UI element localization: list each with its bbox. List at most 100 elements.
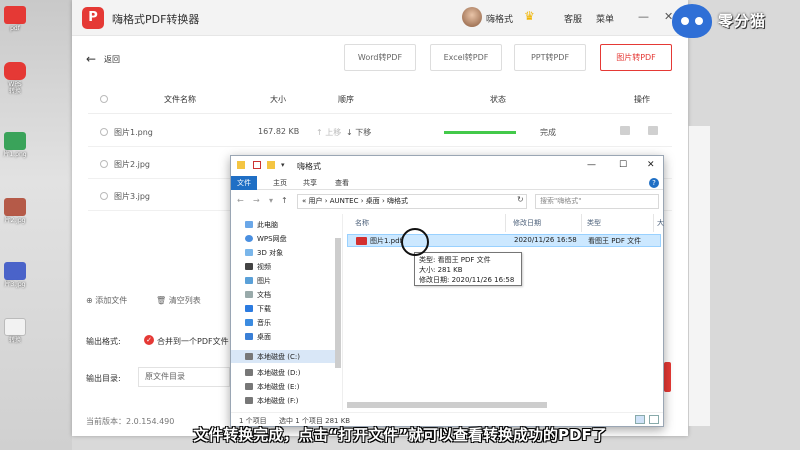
app-logo-icon: P bbox=[82, 7, 104, 29]
output-dir-select[interactable]: 原文件目录 bbox=[138, 367, 230, 387]
tab-file[interactable]: 文件 bbox=[231, 176, 257, 190]
file-name: 图片2.jpg bbox=[114, 160, 151, 169]
forward-arrow-icon[interactable]: → bbox=[253, 196, 260, 205]
nav-item-pictures[interactable]: 图片 bbox=[245, 276, 271, 286]
column-divider[interactable] bbox=[505, 214, 506, 232]
download-icon bbox=[245, 305, 253, 312]
back-arrow-icon[interactable]: ← bbox=[86, 52, 96, 66]
document-icon bbox=[245, 291, 253, 298]
output-dir-label: 输出目录: bbox=[86, 374, 121, 383]
nav-item-desktop[interactable]: 桌面 bbox=[245, 332, 271, 342]
tab-home[interactable]: 主页 bbox=[267, 176, 293, 190]
tab-excel-to-pdf[interactable]: Excel转PDF bbox=[430, 44, 502, 71]
nav-scrollbar[interactable] bbox=[335, 238, 341, 368]
drive-icon bbox=[245, 383, 253, 390]
file-name: 图片3.jpg bbox=[114, 192, 151, 201]
nav-item-drive-f[interactable]: 本地磁盘 (F:) bbox=[245, 396, 299, 406]
nav-item-downloads[interactable]: 下载 bbox=[245, 304, 271, 314]
desktop-icon-image2[interactable]: 片2.jpg bbox=[0, 198, 30, 225]
menu-button[interactable]: 菜单 bbox=[596, 12, 614, 25]
nav-item-documents[interactable]: 文档 bbox=[245, 290, 271, 300]
explorer-title: 嗨格式 bbox=[297, 162, 321, 171]
large-icons-view-icon[interactable] bbox=[649, 415, 659, 424]
desktop-icon-wps[interactable]: WPS 转换 bbox=[0, 62, 30, 95]
output-format-option[interactable]: 合并到一个PDF文件 bbox=[157, 336, 229, 347]
nav-item-wps-drive[interactable]: WPS网盘 bbox=[245, 234, 287, 244]
minimize-icon[interactable]: — bbox=[638, 10, 649, 23]
help-icon[interactable]: ? bbox=[649, 178, 659, 188]
column-divider[interactable] bbox=[653, 214, 654, 232]
up-arrow-icon[interactable]: ↑ bbox=[281, 196, 288, 205]
table-row[interactable]: 图片1.png 167.82 KB ↑ 上移 ↓ 下移 完成 bbox=[88, 117, 672, 147]
nav-item-drive-c[interactable]: 本地磁盘 (C:) bbox=[245, 352, 300, 362]
service-button[interactable]: 客服 bbox=[564, 12, 582, 25]
ribbon-tabs: 文件 主页 共享 查看 ? bbox=[231, 176, 663, 190]
address-path[interactable]: « 用户 › AUNTEC › 桌面 › 嗨格式 bbox=[297, 194, 527, 209]
username[interactable]: 嗨格式 bbox=[486, 12, 513, 25]
app-shortcut-icon bbox=[4, 62, 26, 80]
close-icon[interactable]: ✕ bbox=[647, 160, 655, 170]
folder-icon[interactable] bbox=[620, 126, 630, 135]
column-divider[interactable] bbox=[581, 214, 582, 232]
desktop-icon-pdf[interactable]: pdf bbox=[0, 6, 30, 33]
drive-icon bbox=[245, 353, 253, 360]
tab-share[interactable]: 共享 bbox=[297, 176, 323, 190]
minimize-icon[interactable]: — bbox=[587, 160, 596, 170]
col-modified[interactable]: 修改日期 bbox=[513, 218, 541, 228]
nav-item-3d-objects[interactable]: 3D 对象 bbox=[245, 248, 283, 258]
tab-view[interactable]: 查看 bbox=[329, 176, 355, 190]
nav-item-videos[interactable]: 视频 bbox=[245, 262, 271, 272]
select-all-radio[interactable] bbox=[100, 95, 108, 103]
clear-list-button[interactable]: 🗑 清空列表 bbox=[156, 295, 201, 306]
horizontal-scrollbar[interactable] bbox=[347, 402, 547, 408]
new-folder-icon[interactable] bbox=[267, 161, 275, 169]
move-up-button[interactable]: ↑ 上移 bbox=[316, 127, 341, 138]
avatar[interactable] bbox=[462, 7, 482, 27]
nav-item-drive-d[interactable]: 本地磁盘 (D:) bbox=[245, 368, 300, 378]
col-size[interactable]: 大 bbox=[657, 218, 664, 228]
nav-item-drive-e[interactable]: 本地磁盘 (E:) bbox=[245, 382, 299, 392]
file-tooltip: 类型: 看图王 PDF 文件 大小: 281 KB 修改日期: 2020/11/… bbox=[414, 252, 522, 286]
logo-eye bbox=[695, 17, 703, 25]
row-radio[interactable] bbox=[100, 192, 108, 200]
cube-icon bbox=[245, 249, 253, 256]
refresh-icon[interactable]: ↻ bbox=[517, 195, 524, 204]
row-radio[interactable] bbox=[100, 160, 108, 168]
cloud-icon bbox=[245, 235, 253, 242]
back-button[interactable]: 返回 bbox=[104, 54, 120, 65]
file-name: 图片1.pdf bbox=[370, 237, 403, 245]
properties-icon[interactable] bbox=[253, 161, 261, 169]
nav-item-this-pc[interactable]: 此电脑 bbox=[245, 220, 278, 230]
video-subtitle: 文件转换完成，点击“打开文件”就可以查看转换成功的PDF了 bbox=[193, 426, 607, 444]
details-view-icon[interactable] bbox=[635, 415, 645, 424]
desktop-icon-image3[interactable]: 片3.jpg bbox=[0, 262, 30, 289]
check-icon[interactable]: ✓ bbox=[144, 335, 154, 345]
nav-item-music[interactable]: 音乐 bbox=[245, 318, 271, 328]
progress-fill bbox=[444, 131, 516, 134]
chevron-down-icon[interactable]: ▾ bbox=[281, 161, 289, 169]
add-file-button[interactable]: ⊕ 添加文件 bbox=[86, 295, 127, 306]
desktop-icon-image1[interactable]: 片1.png bbox=[0, 132, 30, 159]
file-table-header: 文件名称 大小 顺序 状态 操作 bbox=[88, 84, 672, 114]
desktop-icon-converter[interactable]: 转换 bbox=[0, 318, 30, 345]
image-file-icon bbox=[4, 198, 26, 216]
col-action: 操作 bbox=[634, 95, 650, 104]
tab-image-to-pdf[interactable]: 图片转PDF bbox=[600, 44, 672, 71]
col-size: 大小 bbox=[270, 95, 286, 104]
search-input[interactable]: 搜索"嗨格式" bbox=[535, 194, 659, 209]
navigation-pane: 此电脑 WPS网盘 3D 对象 视频 图片 文档 下载 音乐 桌面 本地磁盘 (… bbox=[231, 214, 343, 410]
row-radio[interactable] bbox=[100, 128, 108, 136]
tab-ppt-to-pdf[interactable]: PPT转PDF bbox=[514, 44, 586, 71]
maximize-icon[interactable]: ☐ bbox=[619, 160, 627, 170]
chevron-down-icon[interactable]: ▾ bbox=[269, 196, 273, 205]
move-down-button[interactable]: ↓ 下移 bbox=[346, 127, 371, 138]
drive-icon bbox=[245, 369, 253, 376]
tab-word-to-pdf[interactable]: Word转PDF bbox=[344, 44, 416, 71]
col-status: 状态 bbox=[490, 95, 506, 104]
list-item[interactable]: 图片1.pdf 2020/11/26 16:58 看图王 PDF 文件 bbox=[347, 234, 661, 247]
col-type[interactable]: 类型 bbox=[587, 218, 601, 228]
open-file-button-edge[interactable] bbox=[664, 362, 671, 392]
trash-icon[interactable] bbox=[648, 126, 658, 135]
back-arrow-icon[interactable]: ← bbox=[237, 196, 244, 205]
col-name[interactable]: 名称 bbox=[355, 218, 369, 228]
